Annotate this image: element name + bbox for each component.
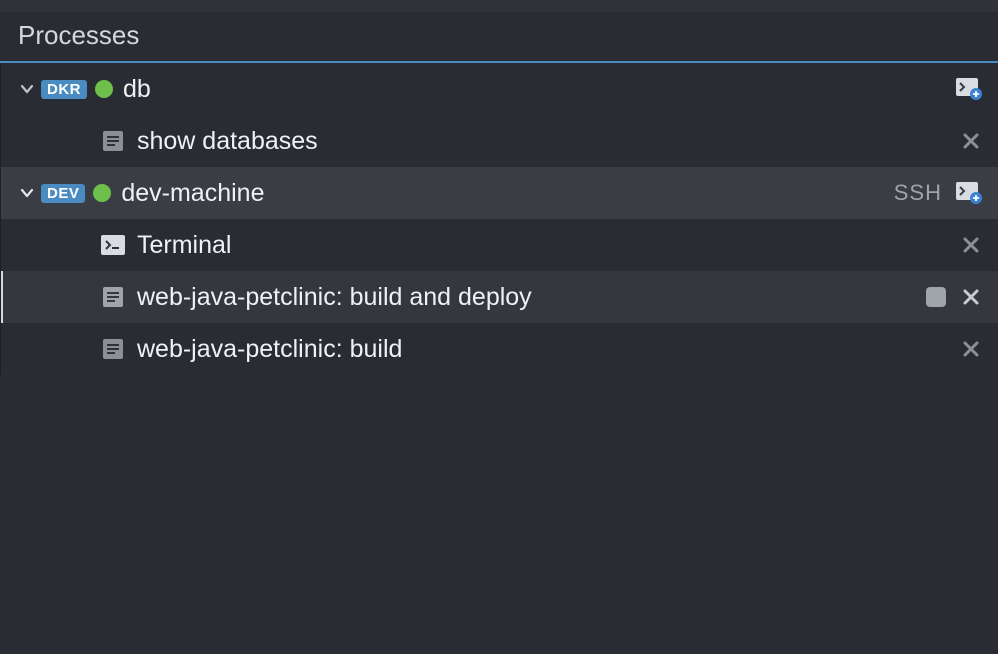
process-row[interactable]: Terminal <box>1 219 998 271</box>
close-icon[interactable] <box>960 130 982 152</box>
status-dot-icon <box>93 184 111 202</box>
machine-type-badge: DKR <box>41 80 87 99</box>
process-label: web-java-petclinic: build and deploy <box>137 283 926 312</box>
process-label: show databases <box>137 127 960 156</box>
new-terminal-icon[interactable] <box>956 78 982 100</box>
process-row[interactable]: web-java-petclinic: build and deploy <box>1 271 998 323</box>
stop-icon[interactable] <box>926 287 946 307</box>
process-label: web-java-petclinic: build <box>137 335 960 364</box>
status-dot-icon <box>95 80 113 98</box>
close-icon[interactable] <box>960 286 982 308</box>
chevron-down-icon[interactable] <box>13 81 41 97</box>
machine-name: db <box>123 75 956 104</box>
process-row[interactable]: web-java-petclinic: build <box>1 323 998 375</box>
document-icon <box>101 129 125 153</box>
machine-type-badge: DEV <box>41 184 85 203</box>
close-icon[interactable] <box>960 234 982 256</box>
process-label: Terminal <box>137 231 960 260</box>
machine-row-dev[interactable]: DEV dev-machine SSH <box>1 167 998 219</box>
close-icon[interactable] <box>960 338 982 360</box>
new-terminal-icon[interactable] <box>956 182 982 204</box>
ssh-label: SSH <box>894 180 942 206</box>
window-top-strip <box>0 0 998 12</box>
chevron-down-icon[interactable] <box>13 185 41 201</box>
document-icon <box>101 285 125 309</box>
terminal-icon <box>101 235 125 255</box>
process-tree: DKR db show databases <box>0 63 998 375</box>
machine-name: dev-machine <box>121 179 893 208</box>
panel-title: Processes <box>0 12 998 63</box>
process-row[interactable]: show databases <box>1 115 998 167</box>
machine-row-dkr[interactable]: DKR db <box>1 63 998 115</box>
document-icon <box>101 337 125 361</box>
